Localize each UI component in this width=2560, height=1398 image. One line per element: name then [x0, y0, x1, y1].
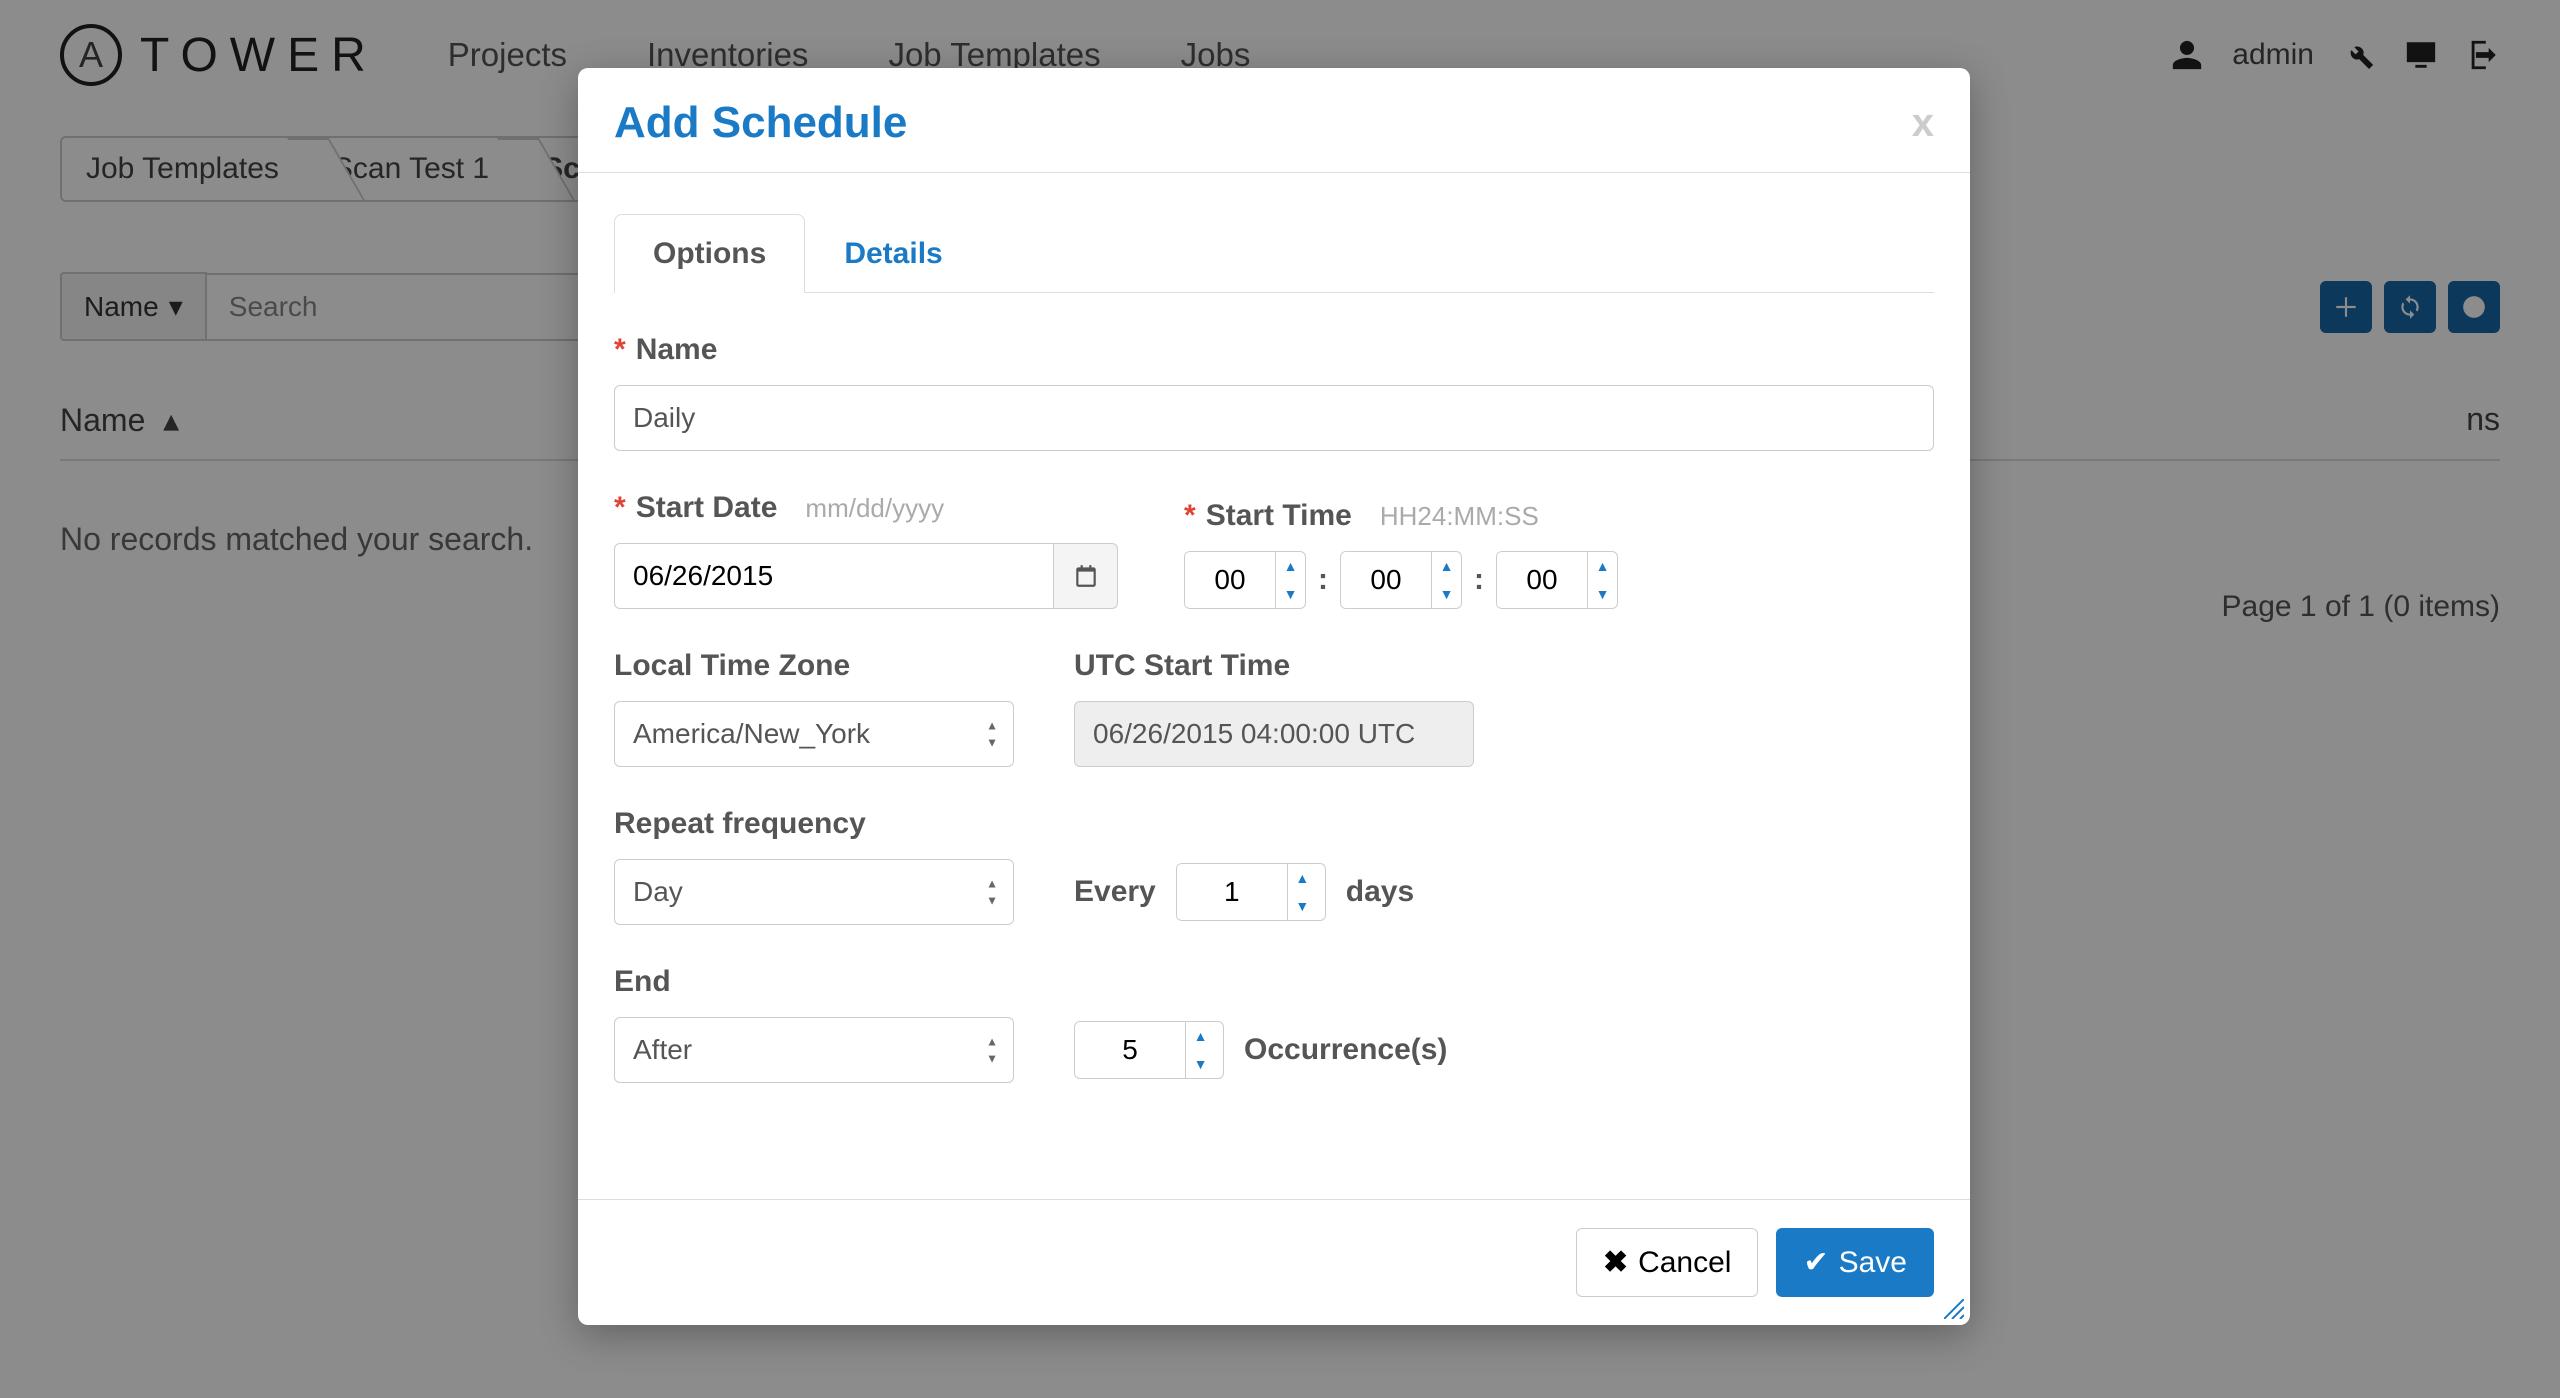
- form-group-start-date: * Start Date mm/dd/yyyy: [614, 491, 1124, 609]
- modal-footer: ✖ Cancel ✔ Save: [578, 1199, 1970, 1325]
- resize-handle-icon[interactable]: [1944, 1299, 1964, 1319]
- form-group-tz: Local Time Zone America/New_York ▲▼: [614, 649, 1014, 767]
- end-select-wrap: After ▲▼: [614, 1017, 1014, 1083]
- end-select[interactable]: After: [614, 1017, 1014, 1083]
- minutes-spinner[interactable]: ▲▼: [1340, 551, 1462, 609]
- utc-display: 06/26/2015 04:00:00 UTC: [1074, 701, 1474, 767]
- minutes-up[interactable]: ▲: [1432, 552, 1461, 580]
- row-start: * Start Date mm/dd/yyyy * Start Tim: [614, 491, 1934, 609]
- start-date-hint: mm/dd/yyyy: [805, 493, 944, 524]
- start-time-group: ▲▼ : ▲▼ : ▲▼: [1184, 551, 1618, 609]
- form-group-start-time: * Start Time HH24:MM:SS ▲▼ : ▲▼: [1184, 499, 1618, 609]
- occ-up[interactable]: ▲: [1186, 1022, 1215, 1050]
- check-icon: ✔: [1803, 1245, 1828, 1280]
- modal-body: Options Details * Name * Start Date mm/d…: [578, 213, 1970, 1119]
- tz-select-wrap: America/New_York ▲▼: [614, 701, 1014, 767]
- time-separator: :: [1474, 563, 1484, 597]
- form-group-name: * Name: [614, 333, 1934, 451]
- row-repeat: Repeat frequency Day ▲▼ Every ▲▼ days: [614, 807, 1934, 925]
- every-group: Every ▲▼ days: [1074, 863, 1414, 925]
- occurrences-group: ▲▼ Occurrence(s): [1074, 1021, 1447, 1083]
- every-input[interactable]: [1177, 864, 1287, 920]
- close-button[interactable]: x: [1912, 101, 1934, 146]
- modal-title: Add Schedule: [614, 98, 907, 148]
- label-utc: UTC Start Time: [1074, 649, 1474, 683]
- every-spinner[interactable]: ▲▼: [1176, 863, 1326, 921]
- start-date-group: [614, 543, 1124, 609]
- add-schedule-modal: Add Schedule x Options Details * Name *: [578, 68, 1970, 1325]
- tab-details[interactable]: Details: [805, 214, 981, 293]
- label-occurrences: Occurrence(s): [1244, 1033, 1447, 1067]
- label-end: End: [614, 965, 1014, 999]
- modal-tabs: Options Details: [614, 213, 1934, 293]
- start-time-hint: HH24:MM:SS: [1380, 501, 1539, 532]
- label-start-time: * Start Time HH24:MM:SS: [1184, 499, 1618, 533]
- start-date-input[interactable]: [614, 543, 1054, 609]
- tab-options[interactable]: Options: [614, 214, 805, 293]
- label-repeat: Repeat frequency: [614, 807, 1014, 841]
- calendar-icon: [1073, 563, 1099, 589]
- required-marker: *: [1184, 499, 1196, 533]
- tz-select[interactable]: America/New_York: [614, 701, 1014, 767]
- form-group-end: End After ▲▼: [614, 965, 1014, 1083]
- occurrences-input[interactable]: [1075, 1022, 1185, 1078]
- label-name: * Name: [614, 333, 1934, 367]
- seconds-up[interactable]: ▲: [1588, 552, 1617, 580]
- modal-header: Add Schedule x: [578, 68, 1970, 173]
- label-start-date: * Start Date mm/dd/yyyy: [614, 491, 1124, 525]
- hours-down[interactable]: ▼: [1276, 580, 1305, 608]
- occ-down[interactable]: ▼: [1186, 1050, 1215, 1078]
- every-up[interactable]: ▲: [1288, 864, 1317, 892]
- occurrences-spinner[interactable]: ▲▼: [1074, 1021, 1224, 1079]
- label-every: Every: [1074, 875, 1156, 909]
- close-icon: ✖: [1603, 1245, 1628, 1280]
- seconds-spinner[interactable]: ▲▼: [1496, 551, 1618, 609]
- time-separator: :: [1318, 563, 1328, 597]
- repeat-select[interactable]: Day: [614, 859, 1014, 925]
- form-group-utc: UTC Start Time 06/26/2015 04:00:00 UTC: [1074, 649, 1474, 767]
- row-end: End After ▲▼ ▲▼ Occurrence(s): [614, 965, 1934, 1083]
- label-days: days: [1346, 875, 1414, 909]
- name-input[interactable]: [614, 385, 1934, 451]
- save-button[interactable]: ✔ Save: [1776, 1228, 1934, 1297]
- cancel-button[interactable]: ✖ Cancel: [1576, 1228, 1759, 1297]
- app-root: A TOWER Projects Inventories Job Templat…: [0, 0, 2560, 1398]
- hours-spinner[interactable]: ▲▼: [1184, 551, 1306, 609]
- required-marker: *: [614, 333, 626, 367]
- required-marker: *: [614, 491, 626, 525]
- minutes-input[interactable]: [1341, 552, 1431, 608]
- form-group-repeat: Repeat frequency Day ▲▼: [614, 807, 1014, 925]
- every-down[interactable]: ▼: [1288, 892, 1317, 920]
- calendar-button[interactable]: [1054, 543, 1118, 609]
- label-tz: Local Time Zone: [614, 649, 1014, 683]
- seconds-input[interactable]: [1497, 552, 1587, 608]
- hours-input[interactable]: [1185, 552, 1275, 608]
- minutes-down[interactable]: ▼: [1432, 580, 1461, 608]
- seconds-down[interactable]: ▼: [1588, 580, 1617, 608]
- row-tz: Local Time Zone America/New_York ▲▼ UTC …: [614, 649, 1934, 767]
- hours-up[interactable]: ▲: [1276, 552, 1305, 580]
- repeat-select-wrap: Day ▲▼: [614, 859, 1014, 925]
